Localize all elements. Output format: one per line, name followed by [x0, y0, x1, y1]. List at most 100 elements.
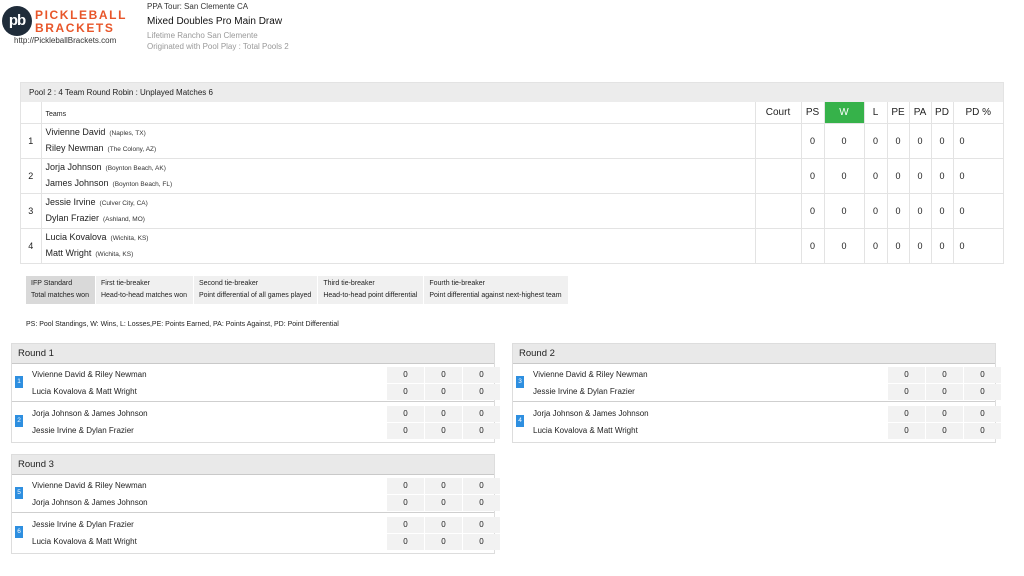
game-score: 0 — [387, 406, 424, 422]
standings-table: Teams Court PS W L PE PA PD PD % 1 Vivie… — [21, 102, 1003, 263]
table-row: 1 Vivienne David (Naples, TX) Riley Newma… — [21, 122, 1003, 158]
team-cell: Vivienne David (Naples, TX) Riley Newman(… — [40, 122, 755, 158]
pb-logo-icon: pb — [2, 6, 32, 36]
table-row: 4 Lucia Kovalova (Wichita, KS) Matt Wrigh… — [21, 227, 1003, 263]
game-score: 0 — [387, 495, 424, 511]
match-team-row: Lucia Kovalova & Matt Wright 0 0 0 — [533, 423, 1001, 439]
col-wins: W — [823, 102, 864, 124]
event-title: Mixed Doubles Pro Main Draw — [147, 16, 283, 27]
team-name: Jessie Irvine & Dylan Frazier — [533, 387, 635, 396]
pe-cell: 0 — [886, 122, 909, 158]
team-name: Jessie Irvine & Dylan Frazier — [32, 520, 134, 529]
col-rank — [21, 102, 41, 124]
ps-cell: 0 — [800, 157, 824, 193]
game-score: 0 — [964, 423, 1001, 439]
pe-cell: 0 — [886, 157, 909, 193]
court-cell — [754, 192, 801, 228]
tiebreaker-item: IFP Standard Total matches won — [26, 276, 95, 304]
match-number-badge: 5 — [15, 487, 23, 499]
player-city: (The Colony, AZ) — [107, 145, 157, 153]
team-name: Jessie Irvine & Dylan Frazier — [32, 426, 134, 435]
game-score: 0 — [888, 384, 925, 400]
game-score: 0 — [463, 517, 500, 533]
unplayed-count: 6 — [208, 88, 213, 97]
tiebreaker-strip: IFP Standard Total matches won First tie… — [26, 276, 569, 304]
tiebreaker-desc: Total matches won — [31, 292, 89, 299]
game-score: 0 — [387, 423, 424, 439]
player-city: (Naples, TX) — [109, 129, 146, 137]
ps-cell: 0 — [800, 227, 824, 263]
team-cell: Jorja Johnson (Boynton Beach, AK) James J… — [40, 157, 755, 193]
brand-url-link[interactable]: http://PickleballBrackets.com — [14, 36, 116, 45]
col-losses: L — [863, 102, 887, 124]
round-panel: Round 3 5 Vivienne David & Riley Newman … — [11, 454, 500, 554]
match-card[interactable]: 2 Jorja Johnson & James Johnson 0 0 0 Je… — [12, 403, 500, 441]
round-panel: Round 2 3 Vivienne David & Riley Newman … — [512, 343, 1001, 443]
game-score: 0 — [926, 423, 963, 439]
pa-cell: 0 — [908, 227, 931, 263]
team-name: Vivienne David & Riley Newman — [533, 370, 648, 379]
game-score: 0 — [425, 384, 462, 400]
pd-percent-cell: 0 — [952, 157, 1003, 193]
player-name[interactable]: Matt Wright — [46, 248, 92, 258]
game-score: 0 — [888, 423, 925, 439]
losses-cell: 0 — [863, 122, 887, 158]
tiebreaker-desc: Point differential of all games played — [198, 292, 312, 299]
tiebreaker-title: Third tie-breaker — [323, 280, 375, 287]
match-card[interactable]: 3 Vivienne David & Riley Newman 0 0 0 Je… — [513, 364, 1001, 402]
game-score: 0 — [926, 384, 963, 400]
match-team-row: Jorja Johnson & James Johnson 0 0 0 — [32, 406, 500, 422]
player-name[interactable]: Dylan Frazier — [46, 213, 100, 223]
team-name: Jorja Johnson & James Johnson — [32, 409, 148, 418]
team-name: Lucia Kovalova & Matt Wright — [32, 537, 137, 546]
col-teams: Teams — [40, 102, 755, 124]
player-name[interactable]: Lucia Kovalova — [46, 232, 107, 242]
match-card[interactable]: 5 Vivienne David & Riley Newman 0 0 0 Jo… — [12, 475, 500, 513]
match-card[interactable]: 4 Jorja Johnson & James Johnson 0 0 0 Lu… — [513, 403, 1001, 441]
team-name: Lucia Kovalova & Matt Wright — [32, 387, 137, 396]
row-rank: 2 — [21, 157, 41, 193]
player-city: (Wichita, KS) — [110, 234, 149, 242]
game-score: 0 — [425, 495, 462, 511]
losses-cell: 0 — [863, 192, 887, 228]
game-score: 0 — [463, 495, 500, 511]
team-cell: Lucia Kovalova (Wichita, KS) Matt Wright(… — [40, 227, 755, 263]
row-rank: 3 — [21, 192, 41, 228]
game-score: 0 — [387, 384, 424, 400]
player-name[interactable]: Riley Newman — [46, 143, 104, 153]
wins-cell: 0 — [823, 157, 864, 193]
col-pd-percent: PD % — [952, 102, 1003, 124]
pd-cell: 0 — [930, 157, 953, 193]
team-name: Jorja Johnson & James Johnson — [32, 498, 148, 507]
game-score: 0 — [425, 367, 462, 383]
game-score: 0 — [888, 406, 925, 422]
game-score: 0 — [387, 367, 424, 383]
match-team-row: Jorja Johnson & James Johnson 0 0 0 — [533, 406, 1001, 422]
game-score: 0 — [888, 367, 925, 383]
player-name[interactable]: Jessie Irvine — [46, 197, 96, 207]
ps-cell: 0 — [800, 122, 824, 158]
col-pa: PA — [908, 102, 931, 124]
court-cell — [754, 122, 801, 158]
match-card[interactable]: 6 Jessie Irvine & Dylan Frazier 0 0 0 Lu… — [12, 514, 500, 552]
match-team-row: Jessie Irvine & Dylan Frazier 0 0 0 — [32, 423, 500, 439]
player-name[interactable]: Jorja Johnson — [46, 162, 102, 172]
pe-cell: 0 — [886, 192, 909, 228]
pa-cell: 0 — [908, 122, 931, 158]
tiebreaker-desc: Head-to-head matches won — [100, 292, 187, 299]
team-name: Lucia Kovalova & Matt Wright — [533, 426, 638, 435]
court-cell — [754, 157, 801, 193]
wins-cell: 0 — [823, 227, 864, 263]
player-name[interactable]: Vivienne David — [46, 127, 106, 137]
table-row: 2 Jorja Johnson (Boynton Beach, AK) James… — [21, 157, 1003, 193]
match-team-row: Jorja Johnson & James Johnson 0 0 0 — [32, 495, 500, 511]
match-number-badge: 3 — [516, 376, 524, 388]
team-name: Vivienne David & Riley Newman — [32, 370, 147, 379]
match-card[interactable]: 1 Vivienne David & Riley Newman 0 0 0 Lu… — [12, 364, 500, 402]
match-team-row: Jessie Irvine & Dylan Frazier 0 0 0 — [32, 517, 500, 533]
pd-percent-cell: 0 — [952, 227, 1003, 263]
pd-cell: 0 — [930, 122, 953, 158]
losses-cell: 0 — [863, 227, 887, 263]
ps-cell: 0 — [800, 192, 824, 228]
player-name[interactable]: James Johnson — [46, 178, 109, 188]
